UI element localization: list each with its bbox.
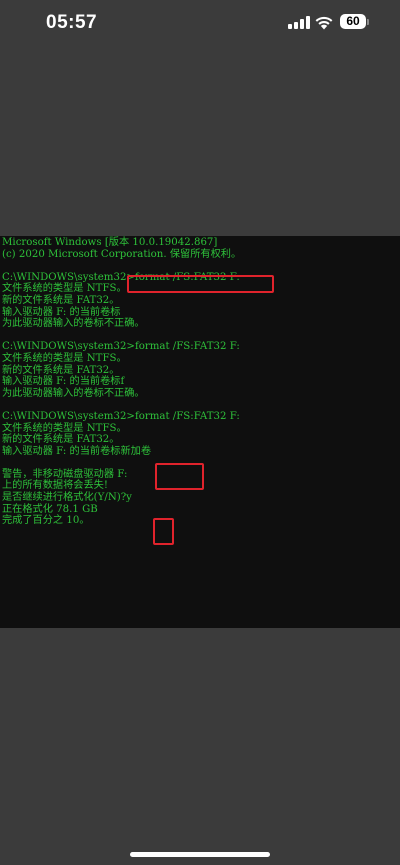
home-indicator[interactable] [130,852,270,857]
battery-level: 60 [346,14,360,28]
battery-icon: 60 [340,14,366,29]
console-line: Microsoft Windows [版本 10.0.19042.867] [2,237,218,248]
console-line: 为此驱动器输入的卷标不正确。 [2,387,145,399]
console-line: 输入驱动器 F: 的当前卷标f [2,376,125,388]
highlight-format-command [127,275,274,293]
console-line: C:\WINDOWS\system32>format /FS:FAT32 F: [2,341,240,353]
console-line: 警告，非移动磁盘驱动器 F: [2,468,128,480]
cellular-signal-icon [288,16,310,29]
console-window: Microsoft Windows [版本 10.0.19042.867] (c)… [0,236,400,628]
console-line: 新的文件系统是 FAT32。 [2,294,120,306]
console-line: C:\WINDOWS\system32>format /FS:FAT32 F: [2,410,240,422]
highlight-confirm-answer [153,518,174,545]
console-line: 完成了百分之 10。 [2,515,90,527]
status-time: 05:57 [46,12,98,33]
console-line: 输入驱动器 F: 的当前卷标新加卷 [2,445,152,457]
console-line: 文件系统的类型是 NTFS。 [2,422,127,434]
console-line: 为此驱动器输入的卷标不正确。 [2,318,145,330]
wifi-icon [315,16,333,30]
console-line: 新的文件系统是 FAT32。 [2,364,120,376]
console-line: 新的文件系统是 FAT32。 [2,434,120,446]
status-bar: 05:57 60 [0,0,400,50]
console-line: 上的所有数据将会丢失! [2,480,108,492]
console-line: 正在格式化 78.1 GB [2,503,98,515]
highlight-volume-label [155,463,204,490]
console-line: 是否继续进行格式化(Y/N)?y [2,492,132,504]
console-line: (c) 2020 Microsoft Corporation. 保留所有权利。 [2,248,242,260]
battery-cap [367,19,369,25]
console-line: 输入驱动器 F: 的当前卷标 [2,306,121,318]
console-line: 文件系统的类型是 NTFS。 [2,352,127,364]
